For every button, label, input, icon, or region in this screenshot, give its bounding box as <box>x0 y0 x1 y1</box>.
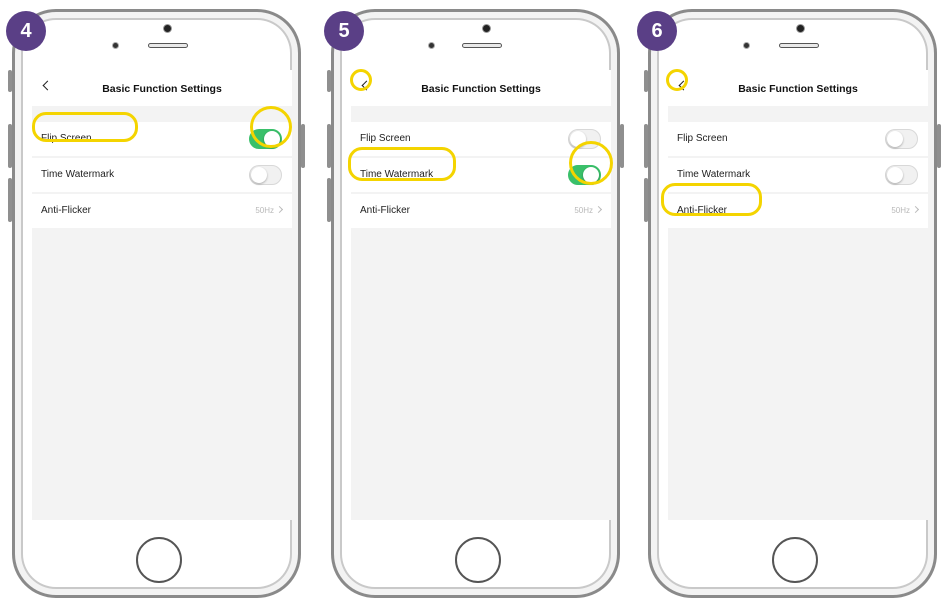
setting-label: Flip Screen <box>677 133 728 144</box>
chevron-right-icon <box>275 205 284 214</box>
toggle-knob <box>887 131 903 147</box>
value-text: 50Hz <box>891 206 910 215</box>
time-watermark-toggle[interactable] <box>249 165 282 185</box>
chevron-right-icon <box>911 205 920 214</box>
settings-list: Flip Screen Time Watermark Anti-Flicker … <box>668 106 928 520</box>
home-button[interactable] <box>136 537 182 583</box>
chevron-right-icon <box>594 205 603 214</box>
app-screen: Basic Function Settings Flip Screen Time… <box>668 70 928 520</box>
mute-switch <box>644 70 648 92</box>
page-title: Basic Function Settings <box>102 83 222 95</box>
settings-list: Flip Screen Time Watermark Anti-Flicker … <box>32 106 292 520</box>
highlight-time-watermark-label <box>348 147 456 181</box>
proximity-sensor-icon <box>428 42 435 49</box>
front-camera-icon <box>163 24 172 33</box>
flip-screen-toggle[interactable] <box>885 129 918 149</box>
volume-up-button <box>327 124 331 168</box>
setting-row-anti-flicker[interactable]: Anti-Flicker 50Hz <box>351 194 611 228</box>
step-badge-5: 5 <box>324 11 364 51</box>
setting-row-anti-flicker[interactable]: Anti-Flicker 50Hz <box>32 194 292 228</box>
phone-frame-step-6: Basic Function Settings Flip Screen Time… <box>644 9 941 598</box>
anti-flicker-value: 50Hz <box>891 205 920 215</box>
anti-flicker-value: 50Hz <box>574 205 603 215</box>
earpiece-speaker <box>462 43 502 48</box>
setting-label: Flip Screen <box>360 133 411 144</box>
highlight-back-button <box>666 69 688 91</box>
toggle-knob <box>251 167 267 183</box>
earpiece-speaker <box>148 43 188 48</box>
step-badge-6: 6 <box>637 11 677 51</box>
earpiece-speaker <box>779 43 819 48</box>
setting-label: Time Watermark <box>677 169 751 180</box>
highlight-flip-screen-toggle <box>250 106 292 148</box>
setting-label: Time Watermark <box>41 169 115 180</box>
anti-flicker-value: 50Hz <box>255 205 284 215</box>
mute-switch <box>327 70 331 92</box>
step-badge-4: 4 <box>6 11 46 51</box>
proximity-sensor-icon <box>112 42 119 49</box>
power-button <box>937 124 941 168</box>
volume-up-button <box>644 124 648 168</box>
navigation-bar: Basic Function Settings <box>668 70 928 106</box>
highlight-time-watermark-toggle <box>569 141 613 185</box>
volume-up-button <box>8 124 12 168</box>
power-button <box>301 124 305 168</box>
home-button[interactable] <box>455 537 501 583</box>
power-button <box>620 124 624 168</box>
phone-frame-step-4: Basic Function Settings Flip Screen Time… <box>8 9 305 598</box>
value-text: 50Hz <box>255 206 274 215</box>
setting-row-flip-screen[interactable]: Flip Screen <box>668 122 928 156</box>
navigation-bar: Basic Function Settings <box>32 70 292 106</box>
front-camera-icon <box>796 24 805 33</box>
volume-down-button <box>8 178 12 222</box>
highlight-flip-screen-label <box>32 112 138 142</box>
volume-down-button <box>327 178 331 222</box>
setting-row-time-watermark[interactable]: Time Watermark <box>32 158 292 192</box>
toggle-knob <box>887 167 903 183</box>
phone-frame-step-5: Basic Function Settings Flip Screen Time… <box>327 9 624 598</box>
home-button[interactable] <box>772 537 818 583</box>
app-screen: Basic Function Settings Flip Screen Time… <box>351 70 611 520</box>
navigation-bar: Basic Function Settings <box>351 70 611 106</box>
page-title: Basic Function Settings <box>738 83 858 95</box>
setting-label: Anti-Flicker <box>41 205 92 216</box>
proximity-sensor-icon <box>743 42 750 49</box>
setting-label: Anti-Flicker <box>360 205 411 216</box>
time-watermark-toggle[interactable] <box>885 165 918 185</box>
value-text: 50Hz <box>574 206 593 215</box>
page-title: Basic Function Settings <box>421 83 541 95</box>
front-camera-icon <box>482 24 491 33</box>
highlight-anti-flicker-label <box>661 183 762 216</box>
volume-down-button <box>644 178 648 222</box>
highlight-back-button <box>350 69 372 91</box>
mute-switch <box>8 70 12 92</box>
